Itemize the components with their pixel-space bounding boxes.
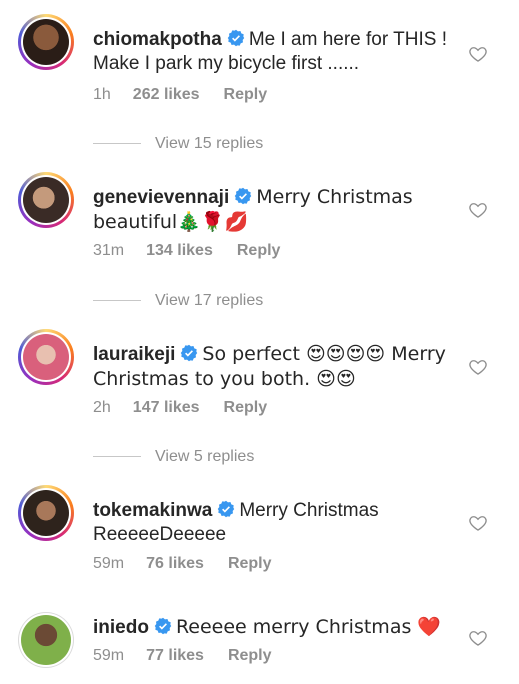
avatar[interactable] (18, 612, 74, 668)
reply-button[interactable]: Reply (224, 399, 268, 417)
username[interactable]: tokemakinwa (93, 500, 212, 521)
comment-time: 31m (93, 242, 125, 259)
avatar[interactable] (18, 14, 74, 70)
comment-time: 59m (93, 555, 125, 572)
reply-button[interactable]: Reply (224, 86, 268, 104)
heart-outline-icon[interactable] (468, 628, 488, 648)
reply-button[interactable]: Reply (237, 242, 281, 260)
view-replies-button[interactable]: View 5 replies (93, 448, 254, 466)
reply-button[interactable]: Reply (228, 647, 272, 665)
verified-badge-icon (227, 29, 245, 47)
likes-count[interactable]: 77 likes (146, 647, 204, 665)
comment-time: 2h (93, 399, 111, 416)
view-replies-label: View 15 replies (155, 135, 264, 152)
divider (93, 300, 141, 302)
view-replies-button[interactable]: View 15 replies (93, 135, 263, 153)
comment-time: 1h (93, 86, 111, 103)
avatar[interactable] (18, 172, 74, 228)
comment-meta: 59m 77 likes Reply (93, 647, 272, 665)
comment-body: lauraikeji So perfect 😍😍😍😍 Merry Christma… (93, 342, 453, 392)
heart-outline-icon[interactable] (468, 513, 488, 533)
comment-time: 59m (93, 647, 125, 664)
username[interactable]: lauraikeji (93, 344, 175, 365)
heart-outline-icon[interactable] (468, 200, 488, 220)
comment-body: genevievennaji Merry Christmas beautiful🎄… (93, 185, 453, 235)
username[interactable]: genevievennaji (93, 187, 229, 208)
likes-count[interactable]: 147 likes (133, 399, 200, 417)
comment-body: iniedo Reeeee merry Christmas ❤️ (93, 615, 453, 640)
verified-badge-icon (154, 617, 172, 635)
view-replies-button[interactable]: View 17 replies (93, 292, 263, 310)
heart-outline-icon[interactable] (468, 357, 488, 377)
comment-meta: 1h 262 likes Reply (93, 86, 267, 104)
comment-body: chiomakpotha Me I am here for THIS ! Make… (93, 28, 453, 76)
view-replies-label: View 17 replies (155, 292, 264, 309)
avatar[interactable] (18, 329, 74, 385)
likes-count[interactable]: 134 likes (146, 242, 213, 260)
comment-body: tokemakinwa Merry Christmas ReeeeeDeeeee (93, 499, 453, 547)
verified-badge-icon (218, 500, 235, 518)
heart-outline-icon[interactable] (468, 44, 488, 64)
avatar[interactable] (18, 485, 74, 541)
view-replies-label: View 5 replies (155, 448, 255, 465)
reply-button[interactable]: Reply (228, 555, 272, 573)
verified-badge-icon (181, 344, 198, 362)
comment-meta: 59m 76 likes Reply (93, 555, 272, 573)
username[interactable]: iniedo (93, 617, 149, 638)
likes-count[interactable]: 262 likes (133, 86, 200, 104)
comment-meta: 31m 134 likes Reply (93, 242, 280, 260)
username[interactable]: chiomakpotha (93, 29, 222, 50)
verified-badge-icon (234, 187, 252, 205)
divider (93, 456, 141, 458)
divider (93, 143, 141, 145)
comment-meta: 2h 147 likes Reply (93, 399, 267, 417)
comment-text: Reeeee merry Christmas ❤️ (175, 616, 442, 638)
likes-count[interactable]: 76 likes (146, 555, 204, 573)
